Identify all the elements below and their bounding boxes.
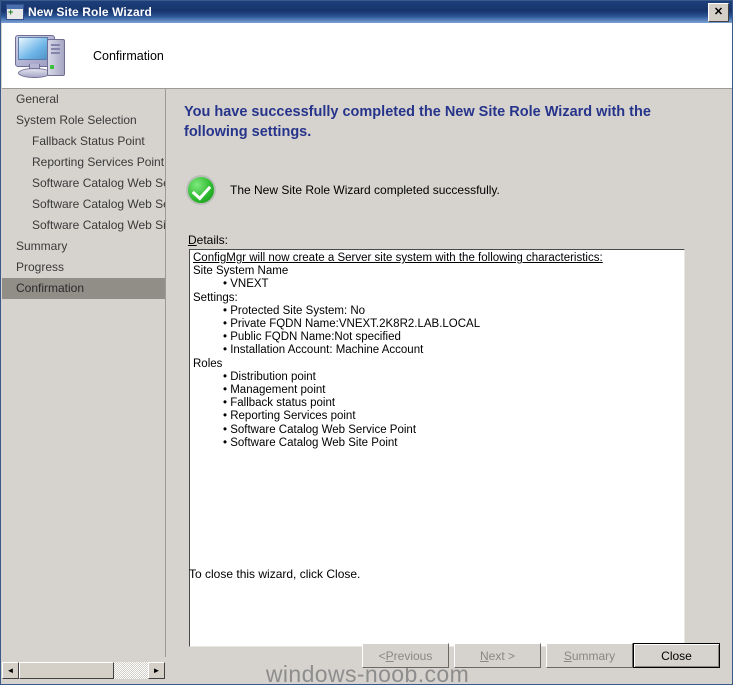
sidebar-item-software-catalog-web-service-point[interactable]: Software Catalog Web Service Point (2, 173, 165, 194)
banner-page-title: Confirmation (93, 49, 164, 63)
details-line: Roles (193, 357, 223, 370)
previous-accesskey: P (385, 648, 394, 663)
wizard-step-list: General System Role Selection Fallback Sta… (2, 89, 165, 657)
sidebar-item-fallback-status-point[interactable]: Fallback Status Point (2, 131, 165, 152)
next-accesskey: N (479, 648, 489, 663)
wizard-window-icon (6, 4, 24, 20)
details-line: • Installation Account: Machine Account (223, 344, 424, 357)
previous-prefix: < (378, 648, 386, 663)
details-line: • Private FQDN Name:VNEXT.2K8R2.LAB.LOCA… (223, 318, 481, 331)
details-line: ConfigMgr will now create a Server site … (193, 252, 603, 264)
details-line: • VNEXT (223, 278, 269, 291)
details-line: • Reporting Services point (223, 410, 356, 423)
details-line: • Public FQDN Name:Not specified (223, 331, 401, 344)
summary-button[interactable]: Summary (546, 643, 633, 668)
window-titlebar[interactable]: New Site Role Wizard ✕ (1, 1, 732, 23)
sidebar-item-general[interactable]: General (2, 89, 165, 110)
details-line: Settings: (193, 291, 238, 304)
window-title: New Site Role Wizard (28, 5, 152, 19)
wizard-main-panel: You have successfully completed the New … (166, 89, 732, 657)
details-line: Site System Name (193, 265, 289, 278)
previous-rest: revious (393, 648, 433, 663)
summary-accesskey: S (563, 648, 572, 663)
computer-site-system-icon (13, 32, 69, 80)
previous-button[interactable]: < Previous (362, 643, 449, 668)
next-button[interactable]: Next > (454, 643, 541, 668)
details-label: Details: (188, 233, 228, 247)
wizard-footer: < Previous Next > Summary Close (2, 631, 732, 684)
sidebar-item-summary[interactable]: Summary (2, 236, 165, 257)
success-message-row: The New Site Role Wizard completed succe… (186, 175, 500, 205)
details-line: • Software Catalog Web Site Point (223, 436, 398, 449)
sidebar-item-software-catalog-web-site-point[interactable]: Software Catalog Web Site Point (2, 215, 165, 236)
sidebar-item-software-catalog-web-service-point[interactable]: Software Catalog Web Service Point (2, 194, 165, 215)
summary-rest: ummary (571, 648, 616, 663)
close-button[interactable]: Close (633, 643, 720, 668)
sidebar-item-progress[interactable]: Progress (2, 257, 165, 278)
wizard-window: New Site Role Wizard ✕ Confirmation Gene… (0, 0, 733, 685)
details-line: • Protected Site System: No (223, 304, 366, 317)
sidebar-item-confirmation[interactable]: Confirmation (2, 278, 165, 299)
details-line: • Management point (223, 384, 326, 397)
details-accesskey: D (188, 233, 197, 247)
details-line: • Distribution point (223, 370, 316, 383)
success-message-text: The New Site Role Wizard completed succe… (230, 183, 500, 197)
close-hint-text: To close this wizard, click Close. (189, 567, 361, 581)
page-heading: You have successfully completed the New … (184, 104, 651, 140)
details-textbox[interactable]: ConfigMgr will now create a Server site … (189, 249, 685, 647)
details-label-rest: etails: (196, 233, 229, 247)
details-line: • Software Catalog Web Service Point (223, 423, 417, 436)
green-check-circle-icon (186, 175, 216, 205)
window-close-button[interactable]: ✕ (708, 2, 729, 22)
next-rest: ext > (488, 648, 516, 663)
sidebar-item-system-role-selection[interactable]: System Role Selection (2, 110, 165, 131)
details-line: • Fallback status point (223, 397, 336, 410)
sidebar-item-reporting-services-point[interactable]: Reporting Services Point (2, 152, 165, 173)
wizard-banner: Confirmation (2, 23, 732, 89)
